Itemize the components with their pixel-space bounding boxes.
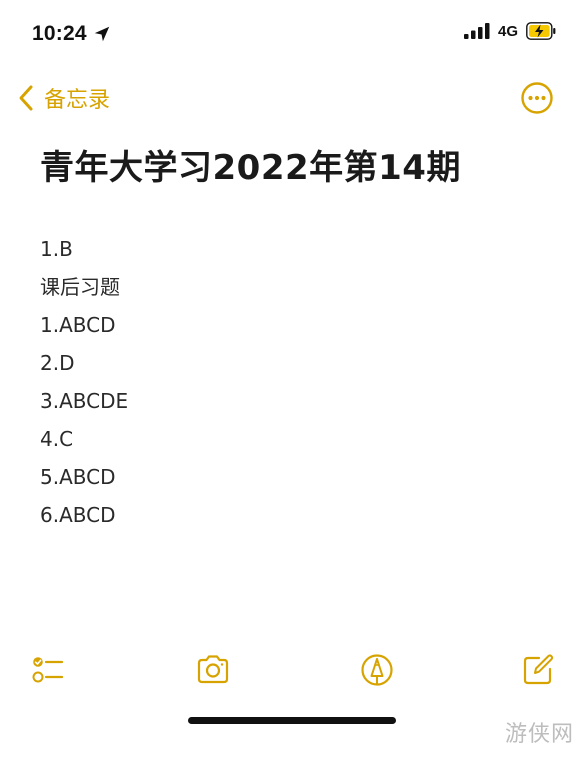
note-line: 5.ABCD [40,465,116,489]
bottom-toolbar [0,650,584,694]
location-arrow-icon [94,26,109,42]
status-time: 10:24 [32,22,87,45]
markup-button[interactable] [357,650,397,690]
battery-charging-icon [526,22,556,40]
note-body[interactable]: 1.B 课后习题 1.ABCD 2.D 3.ABCDE 4.C 5.ABCD 6… [40,230,128,534]
note-line: 6.ABCD [40,503,116,527]
signal-bars-icon [463,23,490,39]
markup-pen-icon [361,654,393,686]
note-line: 3.ABCDE [40,389,129,413]
note-line: 1.B [40,237,73,261]
note-line: 2.D [40,351,75,375]
note-line: 4.C [40,427,74,451]
back-label: 备忘录 [44,88,111,113]
camera-button[interactable] [193,650,233,690]
note-title[interactable]: 青年大学习2022年第14期 [40,140,461,189]
compose-button[interactable] [518,650,558,690]
note-line: 1.ABCD [40,313,116,337]
compose-icon [523,654,554,685]
status-indicators: 4G [463,22,556,40]
note-line: 课后习题 [40,275,120,299]
status-bar: 10:24 4G [0,0,584,64]
home-indicator[interactable] [188,717,396,724]
checklist-icon [32,657,64,683]
nav-bar: 备忘录 [0,78,584,122]
network-type: 4G [497,22,518,40]
watermark: 游侠网 [504,722,574,747]
time-group: 10:24 [32,22,111,46]
back-button[interactable]: 备忘录 [16,82,110,114]
chevron-left-icon [19,85,33,111]
ellipsis-circle-icon[interactable] [520,81,554,115]
checklist-button[interactable] [28,650,68,690]
camera-icon [197,655,229,684]
